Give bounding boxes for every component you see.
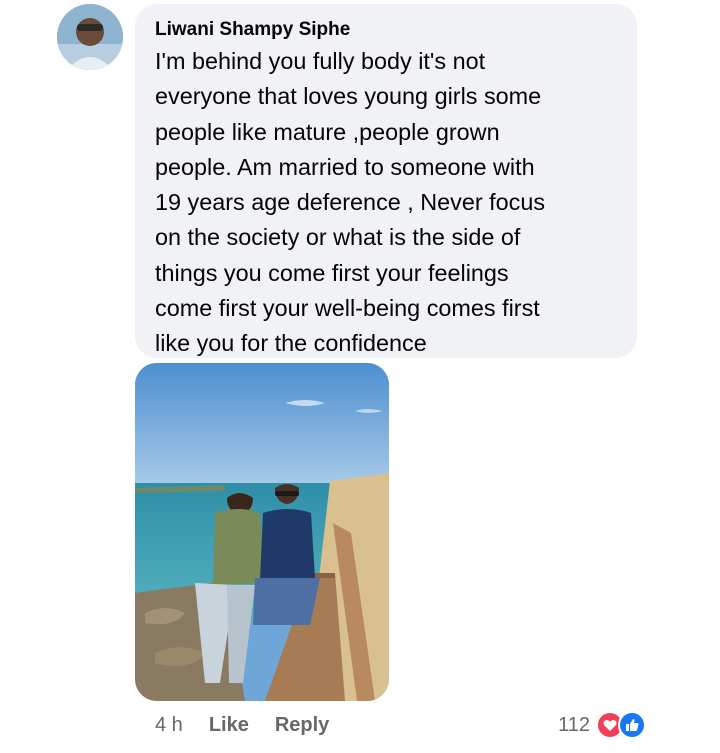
comment-line: come first your well-being comes first [155,295,540,322]
reply-button[interactable]: Reply [275,714,329,737]
reaction-count: 112 [558,713,590,736]
comment-line: like you for the confidence [155,330,427,357]
comment-line: I'm behind you fully body it's not [155,48,486,74]
avatar-image [57,4,123,70]
beach-couple-photo [135,363,389,701]
comment-line: things you come first your feelings [155,259,509,286]
comment-text: I'm behind you fully body it's not every… [155,44,619,362]
comment-line: people. Am married to someone with [155,153,535,180]
comment-line: people like mature ,people grown [155,118,500,145]
comment-photo[interactable] [135,363,389,701]
comment-actions: 4 h Like Reply [155,709,355,741]
comment-timestamp[interactable]: 4 h [155,714,183,737]
reactions-summary[interactable]: 112 [558,710,650,740]
avatar[interactable] [57,4,123,70]
comment-bubble: Liwani Shampy Siphe I'm behind you fully… [135,4,637,358]
like-button[interactable]: Like [209,714,249,737]
reaction-icons [596,711,650,739]
comment-line: on the society or what is the side of [155,224,521,251]
comment-line: everyone that loves young girls some [155,83,542,110]
like-icon [618,711,646,739]
comment-line: 19 years age deference , Never focus [155,189,546,216]
comment-author[interactable]: Liwani Shampy Siphe [155,18,619,42]
